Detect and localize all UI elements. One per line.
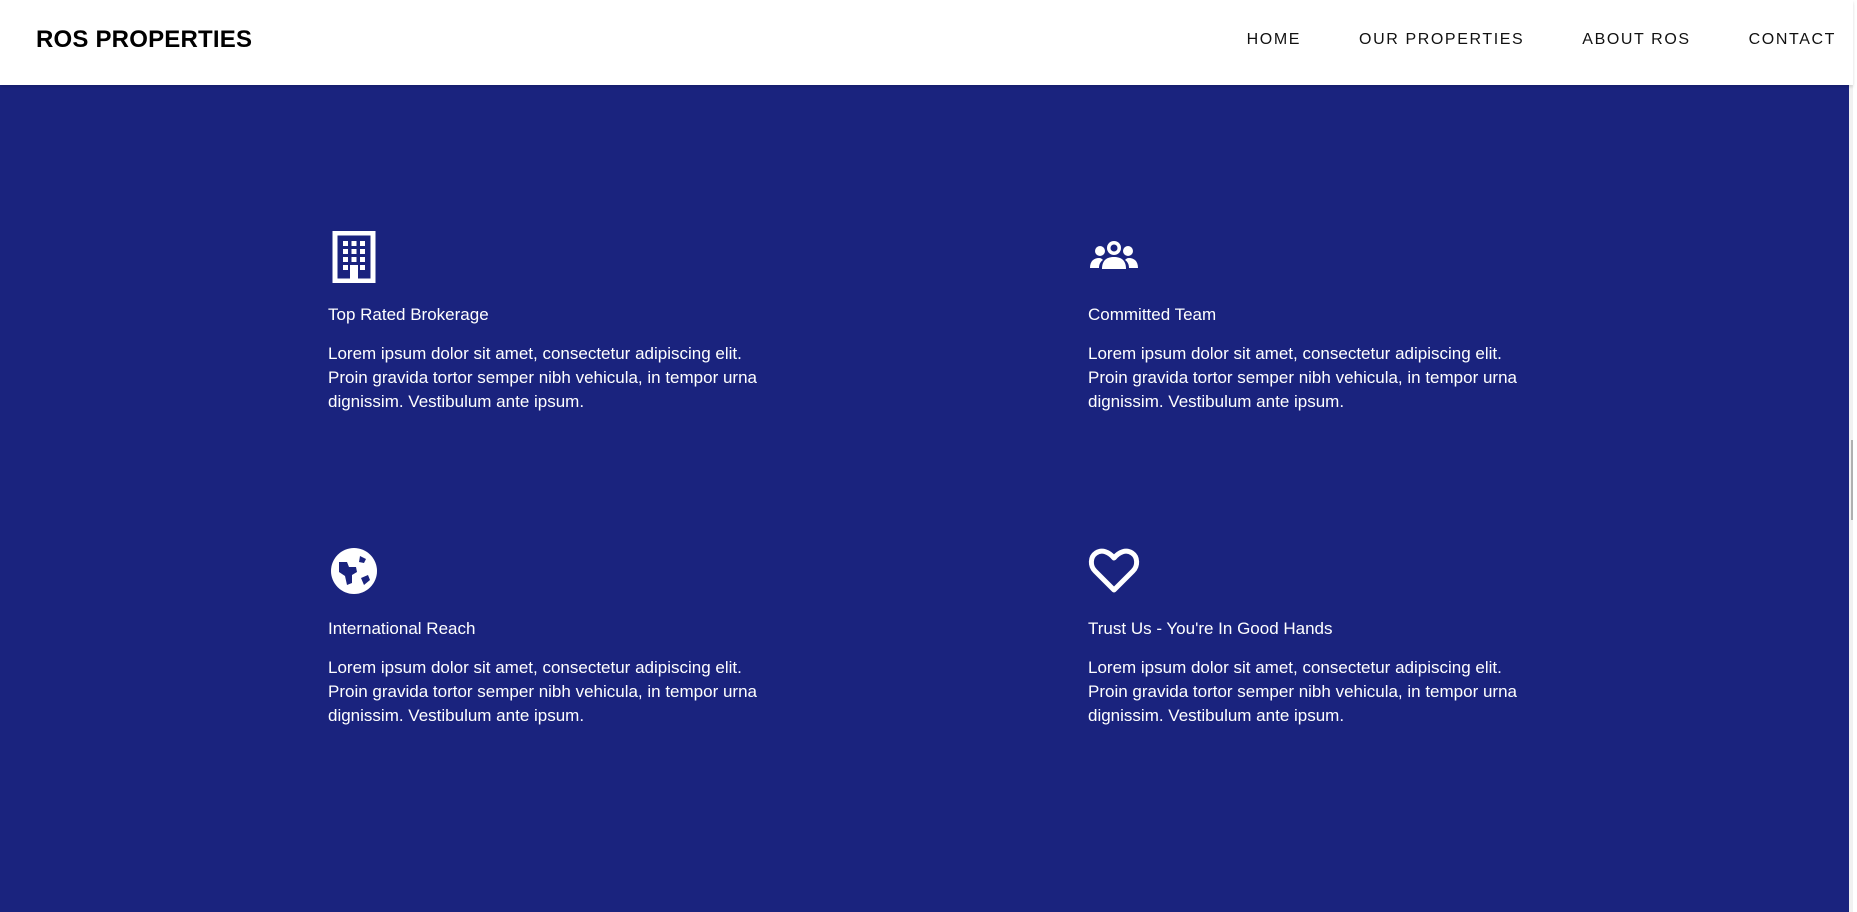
page-scrollbar[interactable] xyxy=(1849,0,1853,912)
feature-title: Committed Team xyxy=(1088,305,1217,324)
feature-title: Top Rated Brokerage xyxy=(328,305,489,324)
building-icon xyxy=(328,231,380,283)
feature-title: International Reach xyxy=(328,619,476,638)
feature-description: Lorem ipsum dolor sit amet, consectetur … xyxy=(1088,658,1517,725)
nav-item-contact[interactable]: CONTACT xyxy=(1749,30,1836,50)
site-header: ROS PROPERTIES HOME OUR PROPERTIES ABOUT… xyxy=(0,0,1853,85)
nav-item-home[interactable]: HOME xyxy=(1247,30,1301,50)
feature-description: Lorem ipsum dolor sit amet, consectetur … xyxy=(328,658,757,725)
team-icon xyxy=(1088,231,1140,283)
site-logo[interactable]: ROS PROPERTIES xyxy=(36,25,252,55)
scrollbar-thumb[interactable] xyxy=(1851,440,1853,520)
main-nav: HOME OUR PROPERTIES ABOUT ROS CONTACT xyxy=(1247,30,1836,50)
page: ROS PROPERTIES HOME OUR PROPERTIES ABOUT… xyxy=(0,0,1853,912)
features-section: Top Rated Brokerage Lorem ipsum dolor si… xyxy=(0,85,1853,912)
feature-title: Trust Us - You're In Good Hands xyxy=(1088,619,1333,638)
feature-description: Lorem ipsum dolor sit amet, consectetur … xyxy=(1088,344,1517,411)
heart-icon xyxy=(1088,545,1140,597)
nav-item-about-ros[interactable]: ABOUT ROS xyxy=(1582,30,1690,50)
globe-icon xyxy=(328,545,380,597)
nav-item-our-properties[interactable]: OUR PROPERTIES xyxy=(1359,30,1524,50)
feature-description: Lorem ipsum dolor sit amet, consectetur … xyxy=(328,344,757,411)
